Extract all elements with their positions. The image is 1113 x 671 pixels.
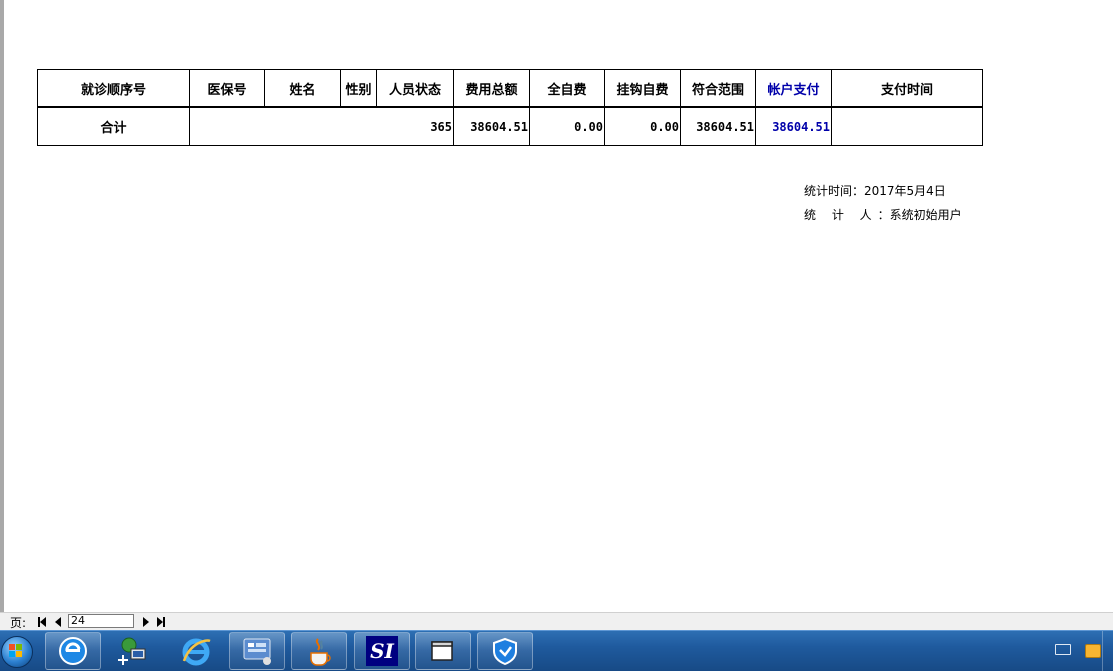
header-total-fee: 费用总额: [453, 69, 530, 108]
stat-person-label: 统 计 人: [804, 208, 878, 222]
header-self-pay: 全自费: [529, 69, 605, 108]
header-name: 姓名: [264, 69, 341, 108]
taskbar-control-panel-button[interactable]: [229, 632, 285, 670]
control-panel-icon: [243, 638, 271, 665]
prev-page-button[interactable]: [52, 615, 64, 628]
header-linked-self-pay: 挂钩自费: [604, 69, 681, 108]
page-number-input[interactable]: 24: [68, 614, 134, 628]
last-page-button[interactable]: [155, 615, 167, 628]
window-left-border: [0, 0, 4, 612]
header-visit-no: 就诊顺序号: [37, 69, 190, 108]
stat-time: 统计时间：2017年5月4日: [804, 184, 946, 198]
next-page-button[interactable]: [140, 615, 152, 628]
ie-icon: [59, 637, 87, 665]
page-navigator: 页: 24: [0, 612, 1113, 631]
first-page-button[interactable]: [36, 615, 48, 628]
header-person-status: 人员状态: [376, 69, 454, 108]
show-desktop-button[interactable]: [1102, 631, 1113, 671]
taskbar-window-button[interactable]: [415, 632, 471, 670]
table-total-row: 合计 365 38604.51 0.00 0.00 38604.51 38604…: [37, 106, 983, 146]
stat-person: 统 计 人：系统初始用户: [804, 206, 962, 223]
keyboard-icon[interactable]: [1055, 644, 1071, 655]
next-page-icon: [143, 616, 149, 627]
taskbar-security-button[interactable]: [477, 632, 533, 670]
prev-page-icon: [55, 616, 61, 627]
header-insurance-no: 医保号: [189, 69, 265, 108]
stat-person-value: ：系统初始用户: [877, 208, 962, 222]
ie-edge-icon: [182, 638, 211, 666]
taskbar-ie-button[interactable]: [45, 632, 101, 670]
window-app-icon: [431, 641, 453, 661]
header-account-pay: 帐户支付: [755, 69, 832, 108]
pay-time-value: [831, 106, 983, 146]
header-within-scope: 符合范围: [680, 69, 756, 108]
taskbar: SI: [0, 630, 1113, 671]
network-icon: [118, 637, 146, 665]
taskbar-si-button[interactable]: SI: [354, 632, 410, 670]
java-icon: [310, 638, 331, 666]
taskbar-java-button[interactable]: [291, 632, 347, 670]
self-pay-value: 0.00: [529, 106, 605, 146]
linked-self-pay-value: 0.00: [604, 106, 681, 146]
table-header-row: 就诊顺序号 医保号 姓名 性别 人员状态 费用总额 全自费 挂钩自费 符合范围 …: [37, 69, 983, 108]
taskbar-network-button[interactable]: [106, 632, 162, 670]
header-gender: 性别: [340, 69, 377, 108]
total-label: 合计: [37, 106, 190, 146]
start-button[interactable]: [0, 633, 34, 669]
report-table: 就诊顺序号 医保号 姓名 性别 人员状态 费用总额 全自费 挂钩自费 符合范围 …: [37, 69, 983, 146]
system-tray: [1053, 631, 1113, 671]
header-pay-time: 支付时间: [831, 69, 983, 108]
total-fee-value: 38604.51: [453, 106, 530, 146]
shield-icon: [493, 637, 517, 666]
page-label: 页:: [10, 616, 27, 630]
account-pay-value: 38604.51: [755, 106, 832, 146]
total-count: 365: [189, 106, 454, 146]
notification-icon[interactable]: [1085, 644, 1101, 658]
within-scope-value: 38604.51: [680, 106, 756, 146]
si-app-icon: SI: [366, 636, 398, 666]
taskbar-browser-button[interactable]: [168, 632, 224, 670]
